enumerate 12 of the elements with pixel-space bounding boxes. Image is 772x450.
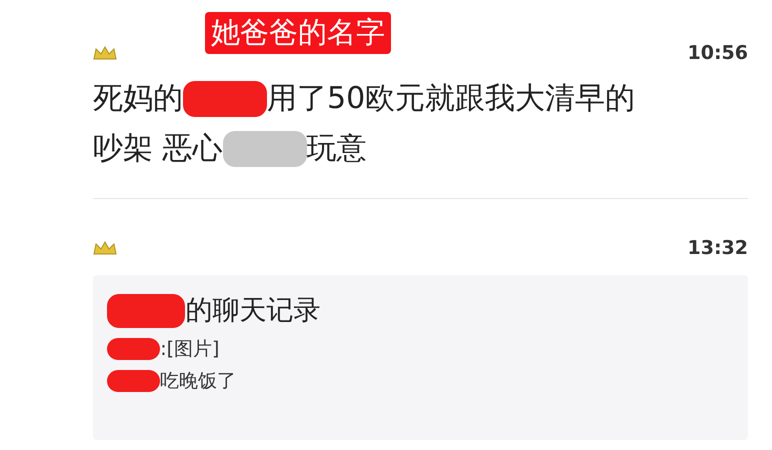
message-text: 用了50欧元就跟我大清早的 — [267, 80, 636, 118]
message-text: 的聊天记录 — [185, 294, 320, 328]
crown-icon — [93, 240, 117, 256]
crown-icon — [93, 45, 117, 61]
message-text: 吃晚饭了 — [160, 369, 236, 394]
annotation-label: 她爸爸的名字 — [205, 12, 391, 54]
message-text: :[图片] — [160, 337, 220, 362]
message-text: 玩意 — [306, 130, 367, 168]
message-time: 10:56 — [688, 40, 748, 66]
message-text: 死妈的 — [93, 80, 183, 118]
message-text: 吵架 恶心 — [93, 130, 223, 168]
message-time: 13:32 — [688, 236, 748, 261]
